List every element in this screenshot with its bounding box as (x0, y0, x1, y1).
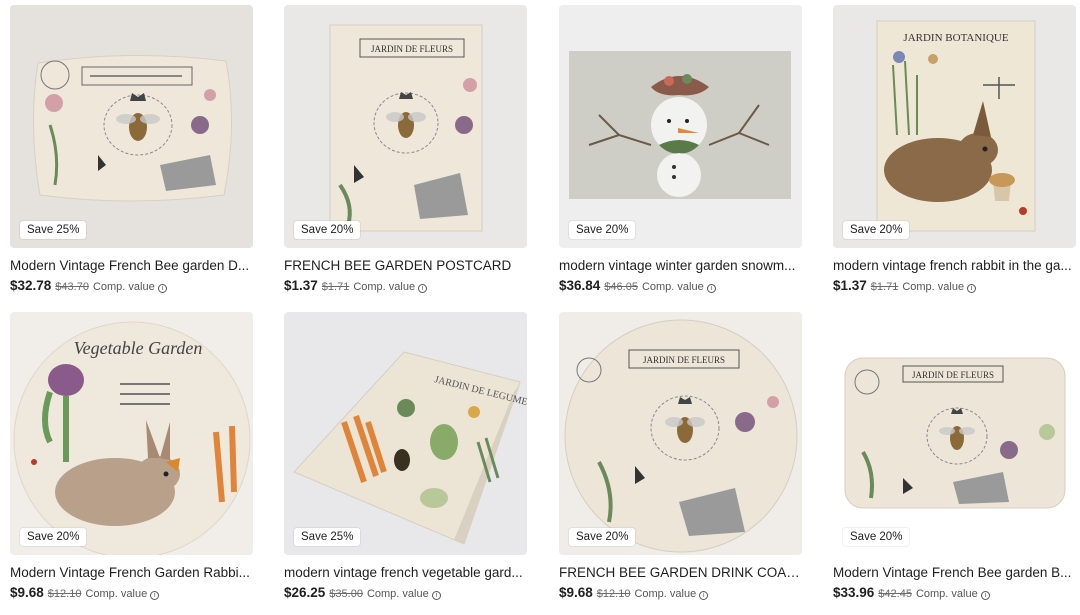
info-icon[interactable]: i (967, 284, 977, 293)
product-card[interactable]: JARDIN DE FLEURS Save 20% FRENCH BEE GAR… (559, 312, 802, 603)
discount-badge: Save 20% (843, 528, 910, 546)
product-title[interactable]: Modern Vintage French Bee garden D... (10, 257, 253, 274)
info-icon[interactable]: i (418, 284, 428, 293)
bee-pillow-image (10, 5, 253, 248)
image-text: JARDIN DE FLEURS (643, 355, 725, 365)
info-icon[interactable]: i (980, 591, 990, 600)
price-row: $1.37 $1.71 Comp. value i (284, 277, 527, 296)
product-title[interactable]: Modern Vintage French Garden Rabbi... (10, 564, 253, 581)
price-row: $9.68 $12.10 Comp. value i (10, 584, 253, 603)
discount-badge: Save 20% (569, 221, 636, 239)
product-image-rabbit-postcard[interactable]: JARDIN BOTANIQUE Save 20% (833, 5, 1076, 248)
discount-badge: Save 20% (569, 528, 636, 546)
product-title[interactable]: Modern Vintage French Bee garden B... (833, 564, 1076, 581)
sale-price: $32.78 (10, 278, 52, 293)
price-row: $26.25 $35.00 Comp. value i (284, 584, 527, 603)
comp-value-label: Comp. value (353, 281, 416, 293)
product-card[interactable]: JARDIN BOTANIQUE Save 20% modern vintage… (833, 5, 1076, 296)
snowman-placemat-image (559, 5, 802, 248)
product-title[interactable]: modern vintage french rabbit in the ga..… (833, 257, 1076, 274)
image-text: JARDIN BOTANIQUE (903, 32, 1008, 44)
rabbit-plate-image: Vegetable Garden (10, 312, 253, 555)
bee-postcard-image: JARDIN DE FLEURS (284, 5, 527, 248)
comp-value-label: Comp. value (915, 588, 978, 600)
product-image-snowman-placemat[interactable]: Save 20% (559, 5, 802, 248)
product-image-bee-bath-mat[interactable]: JARDIN DE FLEURS Save 20% (833, 312, 1076, 555)
product-card[interactable]: Save 20% modern vintage winter garden sn… (559, 5, 802, 296)
product-title[interactable]: FRENCH BEE GARDEN DRINK COAST... (559, 564, 802, 581)
comp-value-label: Comp. value (92, 281, 155, 293)
product-image-vegetable-wrapping-paper[interactable]: JARDIN DE LEGUMES Save 25% (284, 312, 527, 555)
info-icon[interactable]: i (157, 284, 167, 293)
sale-price: $1.37 (284, 278, 318, 293)
rabbit-postcard-image: JARDIN BOTANIQUE (833, 5, 1076, 248)
bee-bath-mat-image: JARDIN DE FLEURS (833, 312, 1076, 555)
original-price: $1.71 (321, 281, 350, 293)
product-title[interactable]: modern vintage french vegetable gard... (284, 564, 527, 581)
original-price: $43.70 (55, 281, 89, 293)
info-icon[interactable]: i (431, 591, 441, 600)
product-title[interactable]: FRENCH BEE GARDEN POSTCARD (284, 257, 527, 274)
comp-value-label: Comp. value (641, 281, 704, 293)
product-card[interactable]: JARDIN DE LEGUMES Save 25% modern vintag… (284, 312, 527, 603)
comp-value-label: Comp. value (634, 588, 697, 600)
discount-badge: Save 25% (20, 221, 87, 239)
sale-price: $9.68 (10, 585, 44, 600)
info-icon[interactable]: i (699, 591, 709, 600)
comp-value-label: Comp. value (85, 588, 148, 600)
discount-badge: Save 20% (294, 221, 361, 239)
product-grid: Save 25% Modern Vintage French Bee garde… (0, 0, 1080, 615)
info-icon[interactable]: i (150, 591, 160, 600)
product-card[interactable]: Vegetable Garden Save 20% Modern Vintage… (10, 312, 253, 603)
image-text: JARDIN DE FLEURS (371, 44, 453, 54)
image-text: Vegetable Garden (74, 338, 203, 358)
image-text: JARDIN DE FLEURS (912, 370, 994, 380)
sale-price: $33.96 (833, 585, 875, 600)
vegetable-wrapping-paper-image: JARDIN DE LEGUMES (284, 312, 527, 555)
discount-badge: Save 25% (294, 528, 361, 546)
comp-value-label: Comp. value (366, 588, 429, 600)
product-card[interactable]: Save 25% Modern Vintage French Bee garde… (10, 5, 253, 296)
original-price: $46.05 (604, 281, 638, 293)
original-price: $12.10 (596, 588, 631, 600)
sale-price: $26.25 (284, 585, 326, 600)
product-image-bee-postcard[interactable]: JARDIN DE FLEURS Save 20% (284, 5, 527, 248)
price-row: $9.68 $12.10 Comp. value i (559, 584, 802, 603)
price-row: $36.84 $46.05 Comp. value i (559, 277, 802, 296)
price-row: $33.96 $42.45 Comp. value i (833, 584, 1076, 603)
product-card[interactable]: JARDIN DE FLEURS Save 20% Modern Vintage… (833, 312, 1076, 603)
original-price: $12.10 (47, 588, 82, 600)
original-price: $42.45 (878, 588, 912, 600)
sale-price: $9.68 (559, 585, 593, 600)
info-icon[interactable]: i (706, 284, 716, 293)
sale-price: $36.84 (559, 278, 601, 293)
product-card[interactable]: JARDIN DE FLEURS Save 20% FRENCH BEE GAR… (284, 5, 527, 296)
product-image-bee-coaster[interactable]: JARDIN DE FLEURS Save 20% (559, 312, 802, 555)
original-price: $35.00 (329, 588, 363, 600)
discount-badge: Save 20% (20, 528, 87, 546)
sale-price: $1.37 (833, 278, 867, 293)
price-row: $1.37 $1.71 Comp. value i (833, 277, 1076, 296)
product-title[interactable]: modern vintage winter garden snowm... (559, 257, 802, 274)
product-image-rabbit-plate[interactable]: Vegetable Garden Save 20% (10, 312, 253, 555)
bee-coaster-image: JARDIN DE FLEURS (559, 312, 802, 555)
product-image-bee-pillow[interactable]: Save 25% (10, 5, 253, 248)
price-row: $32.78 $43.70 Comp. value i (10, 277, 253, 296)
discount-badge: Save 20% (843, 221, 910, 239)
original-price: $1.71 (870, 281, 899, 293)
comp-value-label: Comp. value (902, 281, 965, 293)
